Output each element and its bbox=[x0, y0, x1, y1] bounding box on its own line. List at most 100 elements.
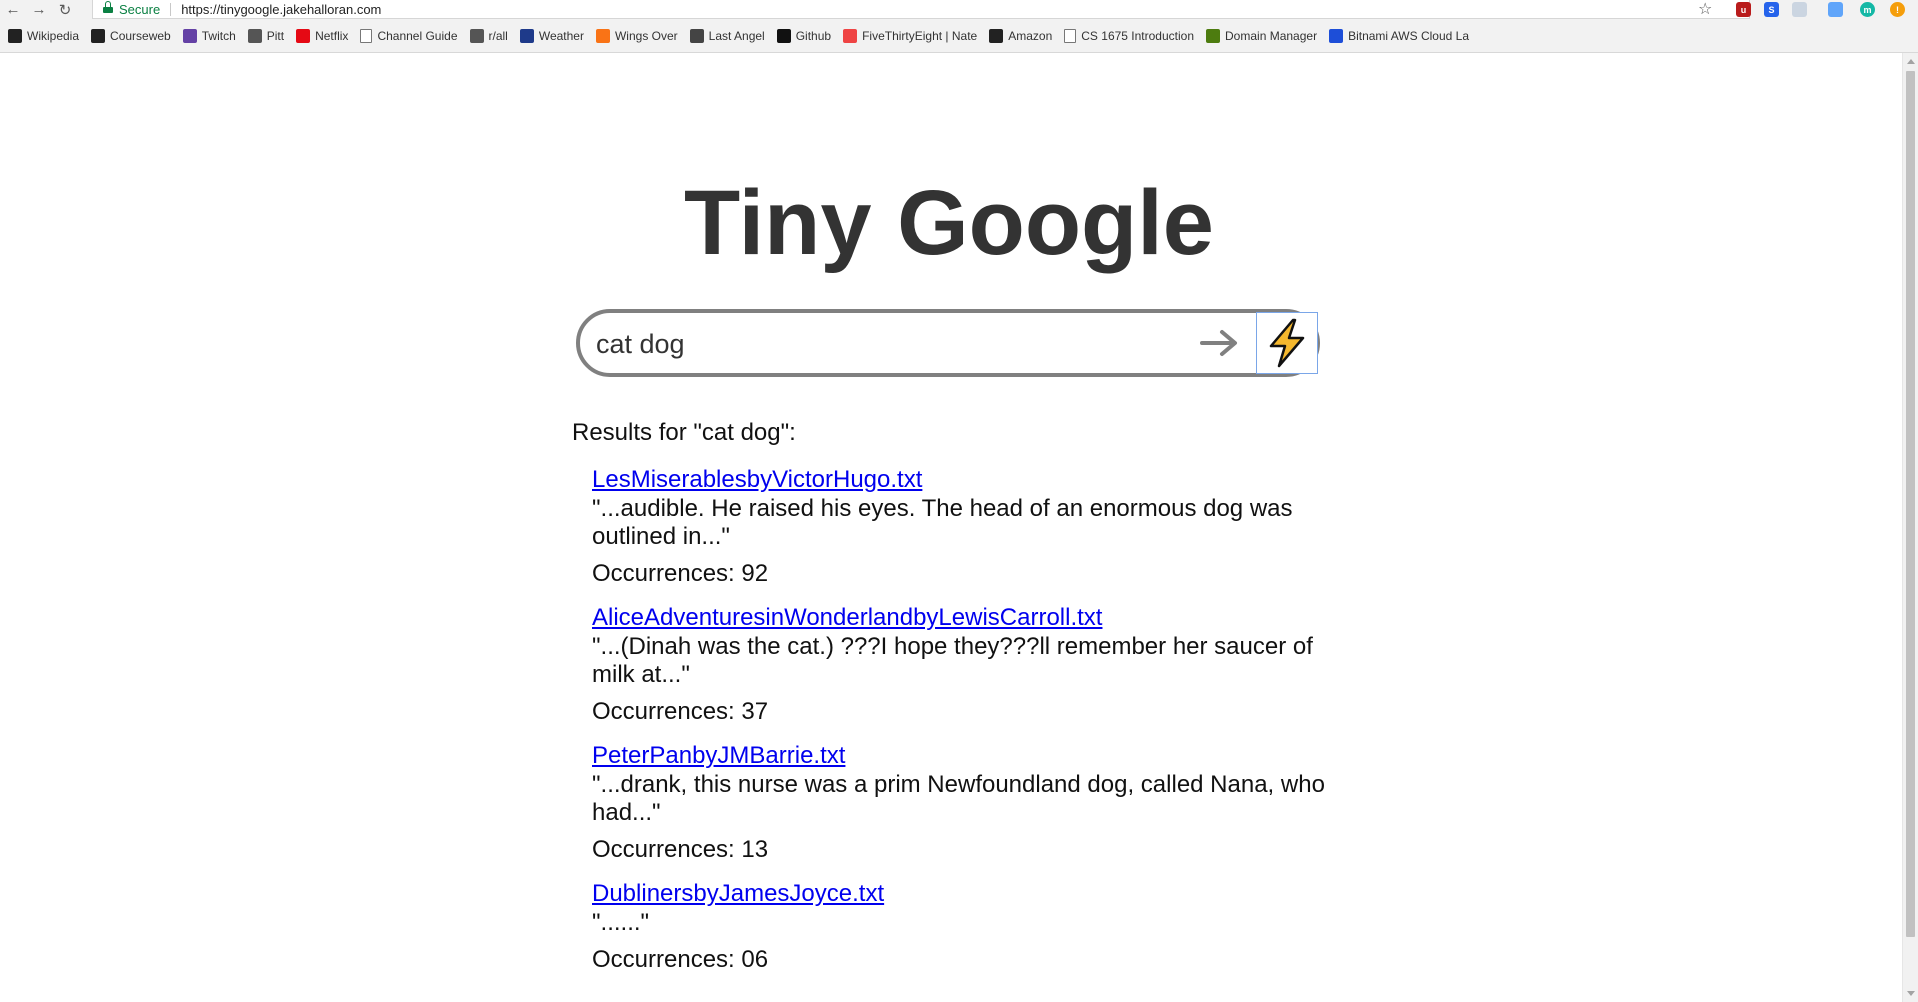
occurrences-label: Occurrences: bbox=[592, 560, 735, 587]
occurrences-label: Occurrences: bbox=[592, 836, 735, 863]
occurrences-count: 92 bbox=[741, 560, 769, 587]
result-link[interactable]: AliceAdventuresinWonderlandbyLewisCarrol… bbox=[592, 603, 1342, 633]
result-snippet: "......" bbox=[592, 909, 650, 936]
bookmark-item[interactable]: Bitnami AWS Cloud La bbox=[1329, 28, 1470, 43]
result-item: LesMiserablesbyVictorHugo.txt "...audibl… bbox=[592, 465, 1342, 589]
document-icon bbox=[1064, 28, 1077, 43]
reload-icon[interactable]: ↻ bbox=[52, 0, 78, 19]
bookmark-label: Amazon bbox=[1008, 28, 1053, 43]
bookmark-label: Domain Manager bbox=[1225, 28, 1318, 43]
bookmark-label: Pitt bbox=[266, 28, 285, 43]
bookmark-item[interactable]: Amazon bbox=[989, 28, 1053, 43]
scroll-thumb[interactable] bbox=[1906, 71, 1915, 937]
lightning-bolt-icon bbox=[1269, 318, 1305, 368]
result-occurrences: Occurrences: 37 bbox=[592, 697, 1342, 727]
result-snippet: "...(Dinah was the cat.) ???I hope they?… bbox=[592, 633, 1313, 688]
fivethirtyeight-icon bbox=[843, 28, 858, 43]
extension-badge-icon[interactable] bbox=[1828, 2, 1843, 17]
result-occurrences: Occurrences: 06 bbox=[592, 945, 1342, 975]
page-title: Tiny Google bbox=[684, 172, 1214, 274]
page-scrollbar[interactable] bbox=[1902, 53, 1918, 1002]
occurrences-label: Occurrences: bbox=[592, 698, 735, 725]
lock-icon bbox=[103, 1, 113, 13]
occurrences-count: 13 bbox=[741, 836, 769, 863]
bookmark-label: Github bbox=[795, 28, 832, 43]
search-box bbox=[576, 309, 1320, 377]
result-snippet: "...audible. He raised his eyes. The hea… bbox=[592, 495, 1293, 550]
bookmark-label: Courseweb bbox=[110, 28, 171, 43]
occurrences-count: 37 bbox=[741, 698, 769, 725]
scroll-up-arrow-icon[interactable] bbox=[1907, 59, 1915, 64]
bitnami-icon bbox=[1329, 28, 1344, 43]
bookmark-star-icon[interactable]: ☆ bbox=[1698, 0, 1712, 19]
address-divider bbox=[170, 2, 172, 16]
alert-extension-icon[interactable]: ! bbox=[1890, 2, 1905, 17]
bookmark-item[interactable]: Courseweb bbox=[91, 28, 171, 43]
wings-over-icon bbox=[595, 28, 610, 43]
result-item: PeterPanbyJMBarrie.txt "...drank, this n… bbox=[592, 741, 1342, 865]
security-label: Secure bbox=[119, 1, 161, 17]
scroll-down-arrow-icon[interactable] bbox=[1907, 991, 1915, 996]
bookmark-item[interactable]: Wings Over bbox=[595, 28, 678, 43]
result-link[interactable]: DublinersbyJamesJoyce.txt bbox=[592, 879, 1342, 909]
result-item: DublinersbyJamesJoyce.txt "......" Occur… bbox=[592, 879, 1342, 975]
domain-manager-icon bbox=[1206, 28, 1221, 43]
result-occurrences: Occurrences: 13 bbox=[592, 835, 1342, 865]
back-arrow-icon[interactable]: ← bbox=[0, 0, 26, 19]
reddit-icon bbox=[469, 28, 484, 43]
bookmark-item[interactable]: Last Angel bbox=[689, 28, 765, 43]
courseweb-icon bbox=[91, 28, 106, 43]
bookmark-item[interactable]: Wikipedia bbox=[8, 28, 80, 43]
bookmark-label: Channel Guide bbox=[377, 28, 458, 43]
skype-extension-icon[interactable]: S bbox=[1764, 2, 1779, 17]
bookmark-label: Wikipedia bbox=[27, 28, 80, 43]
lucky-search-button[interactable] bbox=[1256, 312, 1318, 374]
address-bar[interactable]: Secure https://tinygoogle.jakehalloran.c… bbox=[92, 0, 1750, 19]
document-icon bbox=[360, 28, 373, 43]
occurrences-label: Occurrences: bbox=[592, 946, 735, 973]
bookmark-item[interactable]: Domain Manager bbox=[1206, 28, 1318, 43]
forward-arrow-icon[interactable]: → bbox=[26, 0, 52, 19]
bookmark-label: Twitch bbox=[201, 28, 236, 43]
bookmark-item[interactable]: Weather bbox=[519, 28, 584, 43]
bookmark-item[interactable]: Channel Guide bbox=[360, 28, 458, 43]
url-text[interactable]: https://tinygoogle.jakehalloran.com bbox=[181, 2, 381, 17]
search-arrow-icon[interactable] bbox=[1198, 323, 1242, 363]
bookmarks-bar: Wikipedia Courseweb Twitch Pitt Netflix Chann… bbox=[0, 19, 1918, 53]
bookmark-label: Wings Over bbox=[614, 28, 678, 43]
results-list: LesMiserablesbyVictorHugo.txt "...audibl… bbox=[592, 465, 1342, 989]
last-angel-icon bbox=[689, 28, 704, 43]
bookmark-item[interactable]: r/all bbox=[469, 28, 508, 43]
bookmark-label: Weather bbox=[538, 28, 584, 43]
bookmark-label: r/all bbox=[488, 28, 508, 43]
result-snippet: "...drank, this nurse was a prim Newfoun… bbox=[592, 771, 1325, 826]
bookmark-item[interactable]: Pitt bbox=[247, 28, 285, 43]
results-heading: Results for "cat dog": bbox=[572, 419, 796, 446]
bookmark-item[interactable]: Twitch bbox=[182, 28, 236, 43]
extension-icon[interactable] bbox=[1792, 2, 1807, 17]
bookmark-item[interactable]: Github bbox=[776, 28, 832, 43]
bookmark-label: Netflix bbox=[315, 28, 349, 43]
bookmark-label: Bitnami AWS Cloud La bbox=[1348, 28, 1470, 43]
result-item: AliceAdventuresinWonderlandbyLewisCarrol… bbox=[592, 603, 1342, 727]
bookmark-label: CS 1675 Introduction bbox=[1081, 28, 1195, 43]
twitch-icon bbox=[182, 28, 197, 43]
ublock-extension-icon[interactable]: u bbox=[1736, 2, 1751, 17]
bookmark-label: Last Angel bbox=[708, 28, 765, 43]
bookmark-item[interactable]: FiveThirtyEight | Nate bbox=[843, 28, 978, 43]
bookmark-label: FiveThirtyEight | Nate bbox=[862, 28, 978, 43]
result-link[interactable]: LesMiserablesbyVictorHugo.txt bbox=[592, 465, 1342, 495]
bookmark-item[interactable]: CS 1675 Introduction bbox=[1064, 28, 1195, 43]
search-input[interactable] bbox=[594, 323, 1158, 365]
weather-icon bbox=[519, 28, 534, 43]
result-occurrences: Occurrences: 92 bbox=[592, 559, 1342, 589]
netflix-icon bbox=[296, 28, 311, 43]
profile-extension-icon[interactable]: m bbox=[1860, 2, 1875, 17]
pitt-icon bbox=[247, 28, 262, 43]
result-link[interactable]: PeterPanbyJMBarrie.txt bbox=[592, 741, 1342, 771]
occurrences-count: 06 bbox=[741, 946, 769, 973]
bookmark-item[interactable]: Netflix bbox=[296, 28, 349, 43]
amazon-icon bbox=[989, 28, 1004, 43]
wikipedia-icon bbox=[8, 28, 22, 43]
github-icon bbox=[776, 28, 791, 43]
